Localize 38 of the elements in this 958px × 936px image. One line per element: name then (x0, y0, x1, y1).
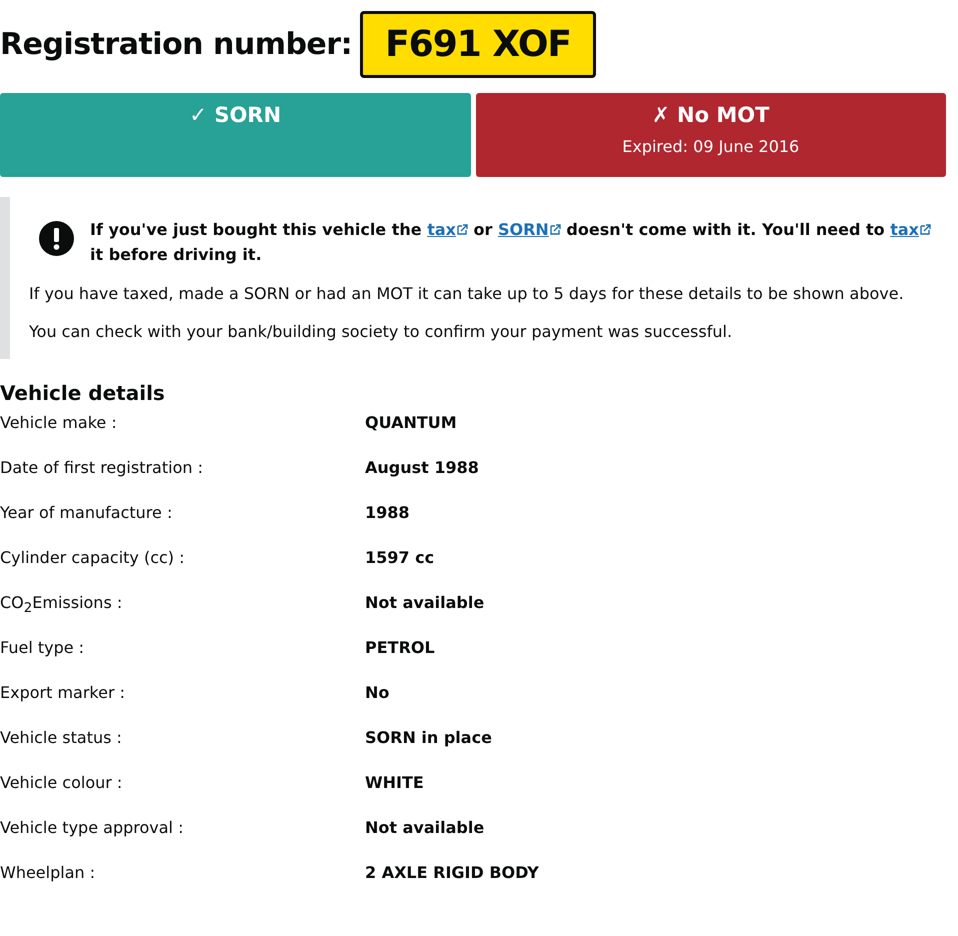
detail-label: CO$_{2}$Emissions : (0, 593, 124, 618)
page-title: Registration number: (0, 27, 352, 62)
detail-label: Fuel type : (0, 638, 86, 659)
detail-value: WHITE (365, 773, 425, 794)
info-paragraph: You can check with your bank/building society to confirm your payment was successful. (29, 321, 734, 343)
detail-value: PETROL (365, 638, 436, 659)
tax-link[interactable]: SORN (498, 220, 561, 239)
detail-label: Cylinder capacity (cc) : (0, 548, 186, 569)
external-link-icon (456, 224, 468, 235)
tax-link[interactable]: tax (890, 220, 931, 239)
status-title: ✓ SORN (189, 103, 282, 127)
detail-value: 2 AXLE RIGID BODY (365, 863, 540, 884)
detail-value: 1988 (365, 503, 411, 524)
tax-link[interactable]: tax (427, 220, 468, 239)
detail-label: Vehicle make : (0, 413, 118, 434)
detail-label: Export marker : (0, 683, 126, 704)
info-paragraph: If you have taxed, made a SORN or had an MOT it can take up to 5 days for these details to be shown above. (29, 283, 905, 305)
detail-value: Not available (365, 593, 486, 614)
detail-value: Not available (365, 818, 486, 839)
warning-text: If you've just bought this vehicle the tax or SORN doesn't come with it. You'll need to tax it before driving it. (90, 217, 946, 267)
detail-label: Year of manufacture : (0, 503, 174, 524)
warning-icon (39, 221, 74, 256)
detail-value: No (365, 683, 390, 704)
section-title: Vehicle details (0, 381, 166, 405)
detail-value: SORN in place (365, 728, 493, 749)
status-title: ✗ No MOT (652, 103, 770, 127)
external-link-icon (920, 224, 931, 235)
detail-label: Vehicle colour : (0, 773, 124, 794)
number-plate: F691 XOF (360, 11, 596, 78)
detail-value: 1597 cc (365, 548, 436, 569)
external-link-icon (550, 224, 561, 235)
detail-label: Wheelplan : (0, 863, 96, 884)
detail-value: August 1988 (365, 458, 480, 479)
detail-label: Vehicle status : (0, 728, 123, 749)
status-detail: Expired: 09 June 2016 (622, 137, 800, 156)
detail-label: Vehicle type approval : (0, 818, 184, 839)
detail-label: Date of first registration : (0, 458, 204, 479)
detail-value: QUANTUM (365, 413, 458, 434)
